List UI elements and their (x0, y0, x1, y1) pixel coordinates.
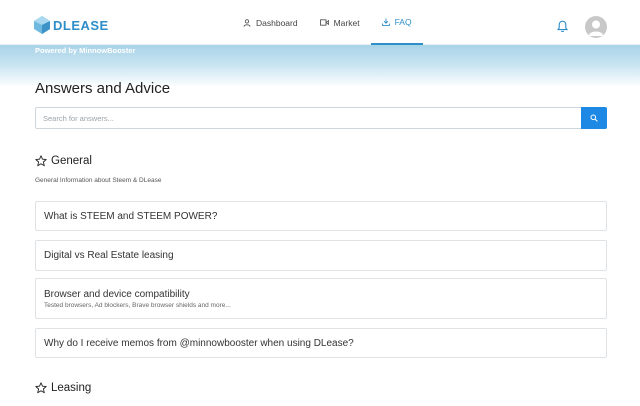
nav-market[interactable]: Market (309, 0, 371, 45)
search-icon (590, 114, 598, 122)
top-navbar: DLEASE Dashboard Market FAQ (0, 0, 640, 45)
download-icon (381, 18, 390, 26)
section-leasing-heading: Leasing (35, 382, 91, 394)
nav-faq[interactable]: FAQ (370, 0, 423, 45)
user-icon (243, 18, 251, 27)
faq-question: Browser and device compatibility (44, 289, 190, 300)
page-title: Answers and Advice (35, 80, 171, 97)
diamond-logo-icon (34, 16, 50, 34)
section-general-description: General Information about Steem & DLease (35, 177, 162, 184)
brand-logo[interactable]: DLEASE (34, 15, 109, 35)
search-bar (35, 107, 607, 129)
section-general-heading: General (35, 155, 92, 167)
faq-item[interactable]: Digital vs Real Estate leasing (35, 240, 607, 271)
faq-item[interactable]: Browser and device compatibility Tested … (35, 278, 607, 319)
faq-item[interactable]: What is STEEM and STEEM POWER? (35, 201, 607, 231)
video-icon (319, 19, 329, 26)
avatar-icon (588, 20, 604, 36)
section-general-title: General (51, 155, 92, 167)
user-avatar[interactable] (585, 16, 607, 38)
faq-question: What is STEEM and STEEM POWER? (44, 210, 218, 222)
brand-name: DLEASE (53, 17, 109, 33)
section-leasing-title: Leasing (51, 382, 92, 394)
powered-by-text: Powered by MinnowBooster (35, 46, 136, 55)
search-input[interactable] (35, 107, 581, 129)
faq-question: Digital vs Real Estate leasing (44, 250, 174, 261)
search-button[interactable] (581, 107, 607, 129)
star-outline-icon (35, 155, 47, 167)
star-outline-icon (35, 382, 47, 394)
nav-faq-label: FAQ (394, 16, 412, 27)
faq-question-subtitle: Tested browsers, Ad blockers, Brave brow… (44, 302, 231, 309)
bell-icon[interactable] (557, 20, 568, 33)
main-nav: Dashboard Market FAQ (232, 0, 423, 45)
faq-question: Why do I receive memos from @minnowboost… (44, 337, 354, 349)
nav-market-label: Market (333, 17, 360, 28)
faq-item[interactable]: Why do I receive memos from @minnowboost… (35, 328, 607, 358)
nav-dashboard[interactable]: Dashboard (232, 0, 309, 45)
nav-dashboard-label: Dashboard (256, 17, 298, 28)
